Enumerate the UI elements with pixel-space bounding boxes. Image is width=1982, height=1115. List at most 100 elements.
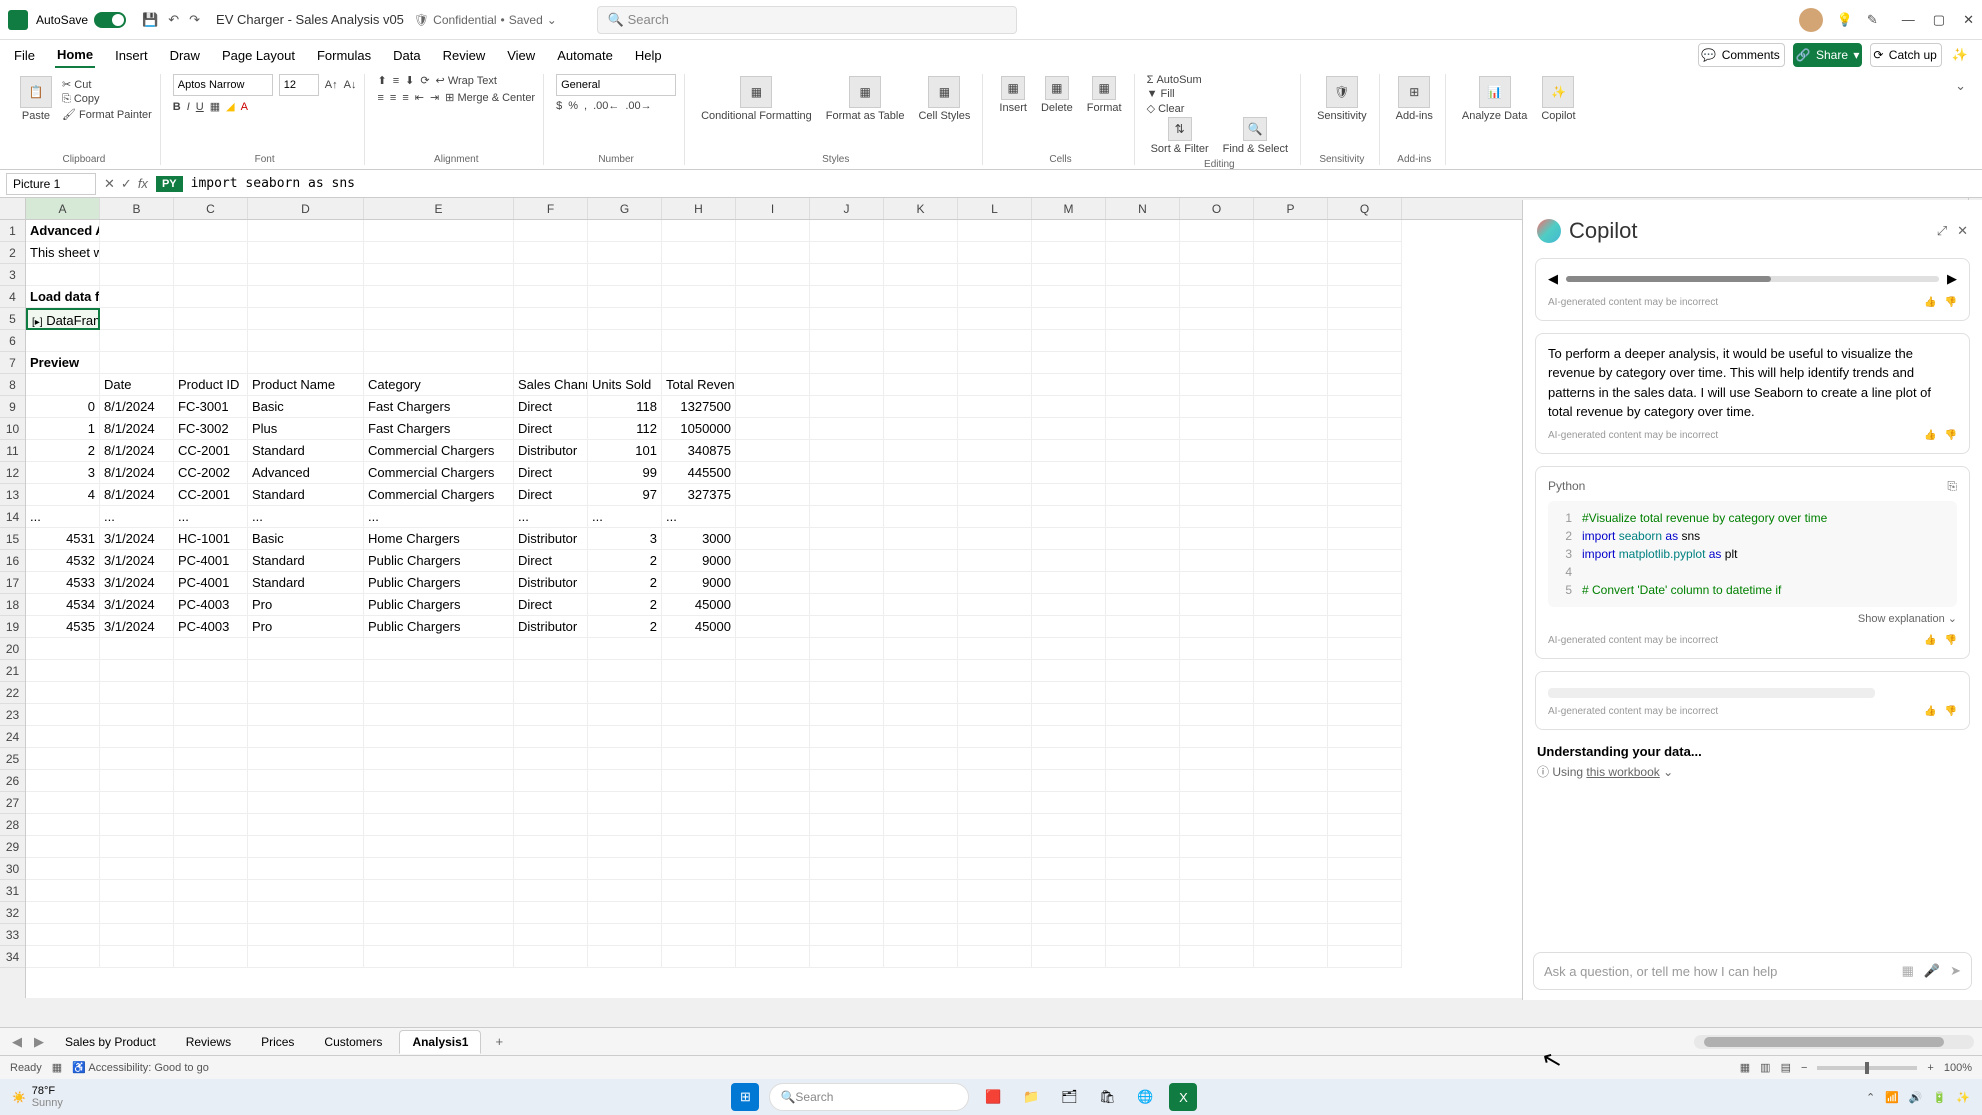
cell[interactable]	[174, 836, 248, 858]
cell[interactable]	[884, 836, 958, 858]
cell[interactable]: Basic	[248, 528, 364, 550]
cell[interactable]	[884, 660, 958, 682]
thumbs-down-icon[interactable]: 👎	[1945, 295, 1957, 310]
find-select-button[interactable]: 🔍Find & Select	[1219, 115, 1292, 157]
cell[interactable]	[1180, 352, 1254, 374]
cell[interactable]	[958, 242, 1032, 264]
cell[interactable]	[1328, 264, 1402, 286]
cut-button[interactable]: ✂ Cut	[62, 78, 152, 91]
cell[interactable]	[958, 748, 1032, 770]
cell[interactable]	[810, 264, 884, 286]
copilot-tray-icon[interactable]: ✨	[1956, 1091, 1970, 1104]
save-icon[interactable]: 💾	[142, 12, 158, 28]
cell[interactable]	[736, 660, 810, 682]
number-format-select[interactable]	[556, 74, 676, 96]
cell[interactable]: Direct	[514, 396, 588, 418]
cell[interactable]	[1106, 528, 1180, 550]
row-header[interactable]: 23	[0, 704, 25, 726]
cell[interactable]	[810, 242, 884, 264]
cell[interactable]	[1328, 682, 1402, 704]
col-header-j[interactable]: J	[810, 198, 884, 219]
cell[interactable]: Distributor	[514, 440, 588, 462]
cell[interactable]	[1328, 506, 1402, 528]
cell[interactable]	[1328, 572, 1402, 594]
minimize-button[interactable]: —	[1902, 12, 1915, 28]
cell[interactable]	[736, 638, 810, 660]
cell[interactable]	[810, 286, 884, 308]
cell[interactable]	[662, 858, 736, 880]
cell[interactable]	[514, 308, 588, 330]
cell[interactable]	[884, 308, 958, 330]
send-icon[interactable]: ➤	[1950, 963, 1961, 979]
cell[interactable]	[662, 330, 736, 352]
weather-widget[interactable]: ☀️ 78°F Sunny	[12, 1085, 63, 1109]
cell[interactable]	[100, 286, 174, 308]
cell[interactable]	[958, 770, 1032, 792]
cell[interactable]	[958, 638, 1032, 660]
row-header[interactable]: 15	[0, 528, 25, 550]
row-header[interactable]: 22	[0, 682, 25, 704]
cell[interactable]	[810, 396, 884, 418]
cell[interactable]	[810, 484, 884, 506]
cell[interactable]: Pro	[248, 594, 364, 616]
cell[interactable]	[26, 902, 100, 924]
cell[interactable]	[100, 352, 174, 374]
cell[interactable]	[958, 594, 1032, 616]
cell[interactable]	[174, 682, 248, 704]
copilot-ribbon-icon[interactable]: ✨	[1950, 43, 1970, 67]
cell[interactable]	[1328, 462, 1402, 484]
cell[interactable]	[736, 594, 810, 616]
cell[interactable]	[1180, 946, 1254, 968]
cell[interactable]: Commercial Chargers	[364, 484, 514, 506]
cell[interactable]	[736, 572, 810, 594]
thumbs-down-icon[interactable]: 👎	[1945, 633, 1957, 648]
delete-cells-button[interactable]: ▦Delete	[1037, 74, 1077, 116]
zoom-out-icon[interactable]: −	[1801, 1062, 1807, 1074]
cell[interactable]	[662, 704, 736, 726]
show-explanation-link[interactable]: Show explanation	[1858, 613, 1945, 625]
cell[interactable]	[662, 286, 736, 308]
toggle-switch-icon[interactable]	[94, 12, 126, 28]
cell[interactable]	[1328, 836, 1402, 858]
cell[interactable]	[958, 682, 1032, 704]
cell[interactable]	[1032, 418, 1106, 440]
cell[interactable]	[1032, 462, 1106, 484]
cell[interactable]	[810, 374, 884, 396]
cell[interactable]	[174, 924, 248, 946]
cell[interactable]	[958, 418, 1032, 440]
cell[interactable]	[662, 660, 736, 682]
chevron-left-icon[interactable]: ◀	[1548, 269, 1558, 289]
cell[interactable]	[884, 220, 958, 242]
cell[interactable]	[958, 792, 1032, 814]
row-header[interactable]: 33	[0, 924, 25, 946]
tab-draw[interactable]: Draw	[168, 44, 202, 67]
cell[interactable]	[1106, 814, 1180, 836]
cell[interactable]	[810, 594, 884, 616]
cell[interactable]	[1328, 330, 1402, 352]
cell[interactable]	[1254, 264, 1328, 286]
cell[interactable]	[1032, 594, 1106, 616]
cell[interactable]: PC-4001	[174, 572, 248, 594]
cell[interactable]	[248, 770, 364, 792]
cell[interactable]	[588, 770, 662, 792]
cell[interactable]	[1254, 814, 1328, 836]
cell[interactable]	[958, 220, 1032, 242]
cell[interactable]	[884, 418, 958, 440]
cell[interactable]: Standard	[248, 484, 364, 506]
tab-home[interactable]: Home	[55, 43, 95, 68]
cell[interactable]	[364, 352, 514, 374]
tab-help[interactable]: Help	[633, 44, 664, 67]
tab-data[interactable]: Data	[391, 44, 422, 67]
cell[interactable]	[26, 330, 100, 352]
catchup-button[interactable]: ⟳ Catch up	[1870, 43, 1941, 67]
cell[interactable]	[662, 902, 736, 924]
cell[interactable]	[662, 880, 736, 902]
cell[interactable]	[884, 374, 958, 396]
formula-content[interactable]: import seaborn as sns	[191, 176, 355, 191]
cell[interactable]: 8/1/2024	[100, 440, 174, 462]
cell[interactable]	[884, 462, 958, 484]
cell[interactable]	[958, 814, 1032, 836]
cell[interactable]	[662, 308, 736, 330]
cell[interactable]	[364, 726, 514, 748]
cell[interactable]: Basic	[248, 396, 364, 418]
